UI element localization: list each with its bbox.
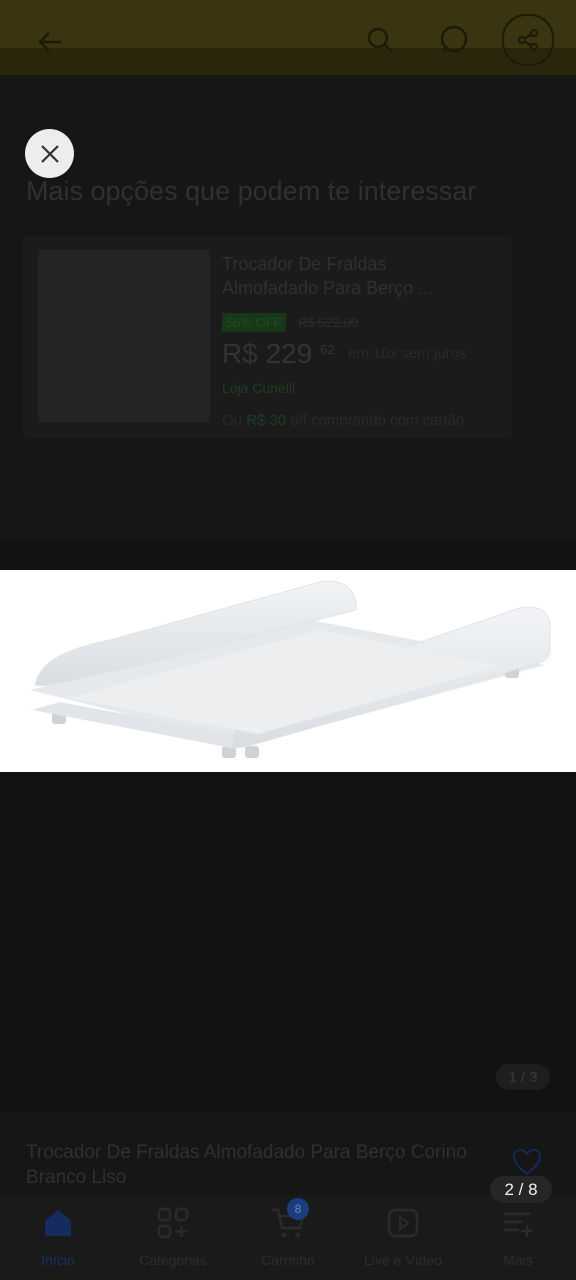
close-viewer-button[interactable] [25,129,74,178]
installments: em 10x sem juros [348,345,467,362]
gallery-image[interactable] [0,570,576,772]
recommendation-title[interactable]: Trocador De Fraldas Almofadado Para Berç… [222,252,472,300]
product-title: Trocador De Fraldas Almofadado Para Berç… [26,1142,467,1188]
nav-label-categorias: Categorias [139,1252,207,1268]
whatsapp-icon[interactable] [434,20,474,60]
top-bar [0,0,576,75]
promo-prefix: Ou [222,412,243,429]
promo-suffix: off comprando com cartão [290,412,465,429]
play-icon [387,1208,419,1238]
promo-value: R$ 30 [246,412,287,429]
changing-pad-image [30,580,551,758]
gallery-page-indicator: 2 / 8 [490,1176,552,1203]
categories-icon [157,1207,189,1239]
nav-item-live-video[interactable]: Live e Vídeo [353,1206,453,1268]
home-icon [45,1210,71,1236]
recommendation-image[interactable] [38,250,210,422]
nav-item-categorias[interactable]: Categorias [123,1206,223,1268]
nav-item-inicio[interactable]: Início [8,1206,108,1268]
close-icon [40,144,59,163]
nav-label-carrinho: Carrinho [261,1252,315,1268]
promo-text: Ou R$ 30 off comprando com cartão [222,412,464,429]
share-icon[interactable] [502,14,554,66]
top-bar-strip [0,48,576,75]
nav-label-inicio: Início [41,1252,75,1268]
search-icon[interactable] [360,20,400,60]
back-arrow-icon[interactable] [30,22,70,62]
price-cents: 62 [320,342,335,357]
nav-label-live-video: Live e Vídeo [364,1252,442,1268]
discount-badge: 56% OFF [222,313,286,332]
cart-count-badge: 8 [287,1198,309,1220]
nav-item-mais[interactable]: Mais [468,1206,568,1268]
more-menu-icon [504,1212,533,1237]
photo-counter: 1 / 3 [496,1064,550,1090]
nav-label-mais: Mais [503,1252,533,1268]
section-title: Mais opções que podem te interessar [26,176,477,206]
price: R$ 229 [222,338,313,369]
seller-name: Loja Cunelli [222,380,296,396]
old-price: R$ 522,00 [298,315,358,330]
